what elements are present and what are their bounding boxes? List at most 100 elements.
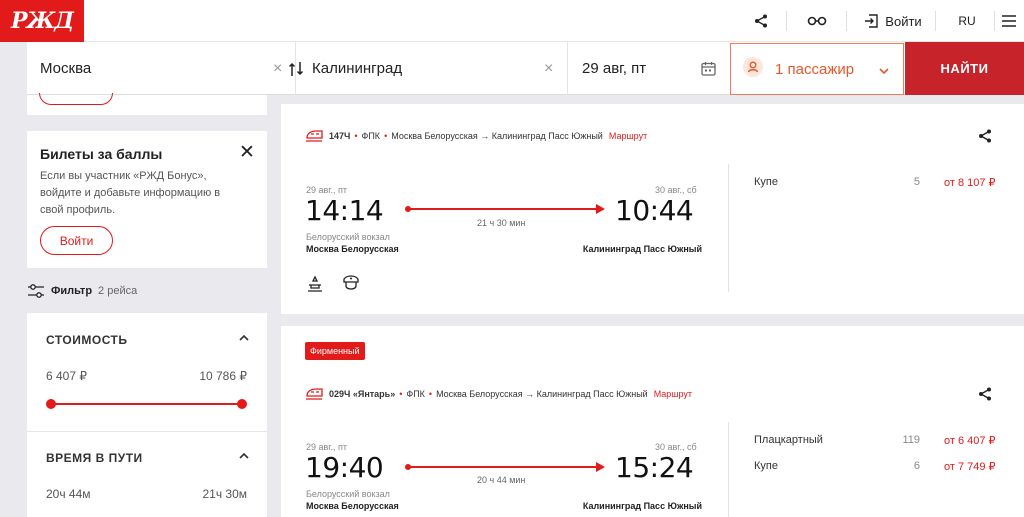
find-button[interactable]: НАЙТИ	[905, 42, 1024, 95]
arrival-time: 10:44	[615, 194, 694, 227]
calendar-icon	[701, 62, 716, 76]
departure-time: 14:14	[305, 194, 384, 227]
header-divider	[994, 11, 995, 31]
glasses-icon	[807, 16, 827, 26]
language-label: RU	[958, 14, 976, 28]
chevron-up-icon[interactable]	[239, 451, 249, 462]
branded-train-badge: Фирменный	[305, 342, 365, 360]
filter-count: 2 рейса	[98, 285, 138, 297]
departure-station: Москва Белорусская	[306, 501, 399, 511]
train-carrier: ФПК	[406, 389, 425, 399]
train-route: Москва Белорусская → Калининград Пасс Юж…	[391, 131, 603, 141]
train-meta: 029Ч «Янтарь» • ФПК • Москва Белорусская…	[305, 386, 692, 402]
menu-button[interactable]	[1002, 0, 1024, 42]
class-price[interactable]: от 8 107 ₽	[944, 176, 996, 189]
top-header: РЖД Войти RU	[0, 0, 1024, 42]
car-class[interactable]: Плацкартный	[754, 434, 823, 446]
close-icon[interactable]: ✕	[239, 141, 255, 164]
to-value: Калининград	[312, 60, 403, 77]
login-label: Войти	[885, 13, 922, 29]
rzd-logo[interactable]: РЖД	[0, 0, 84, 42]
train-number: 147Ч	[329, 131, 351, 141]
train-carrier: ФПК	[361, 131, 381, 141]
login-icon	[865, 14, 878, 28]
filters-card: СТОИМОСТЬ 6 407 ₽ 10 786 ₽ ВРЕМЯ В ПУТИ …	[27, 313, 267, 517]
arrival-station: Калининград Пасс Южный	[582, 501, 702, 511]
menu-icon	[1002, 15, 1016, 27]
separator-dot: •	[384, 131, 388, 141]
arrival-station: Калининград Пасс Южный	[582, 244, 702, 254]
date-value: 29 авг, пт	[582, 60, 647, 77]
class-price[interactable]: от 7 749 ₽	[944, 460, 996, 473]
header-divider	[786, 11, 787, 31]
route-line	[408, 208, 598, 210]
arrow-right-icon	[596, 204, 605, 214]
logo-text: РЖД	[11, 8, 74, 34]
train-card[interactable]: 147Ч • ФПК • Москва Белорусская → Калини…	[281, 104, 1024, 314]
card-divider	[728, 164, 729, 292]
filter-icon	[28, 284, 44, 298]
clear-from-icon[interactable]: ×	[273, 60, 282, 78]
duration-min: 20ч 44м	[46, 487, 91, 501]
train-icon	[306, 388, 323, 400]
departure-terminal: Белорусский вокзал	[306, 232, 390, 242]
seats-available: 6	[913, 460, 920, 472]
train-card[interactable]: Фирменный 029Ч «Янтарь» • ФПК • Москва Б…	[281, 326, 1024, 517]
class-price[interactable]: от 6 407 ₽	[944, 434, 996, 447]
travel-duration: 21 ч 30 мин	[477, 218, 526, 228]
price-filter-title[interactable]: СТОИМОСТЬ	[46, 333, 128, 347]
field-divider	[567, 42, 568, 95]
chevron-up-icon[interactable]	[239, 333, 249, 344]
calendar-button[interactable]	[701, 61, 716, 81]
from-field[interactable]: Москва	[40, 42, 270, 95]
route-line	[408, 466, 598, 468]
share-button[interactable]	[746, 0, 776, 42]
route-link[interactable]: Маршрут	[654, 389, 692, 399]
price-max: 10 786 ₽	[199, 369, 247, 383]
price-slider-max-handle[interactable]	[237, 399, 247, 409]
travel-duration: 20 ч 44 мин	[477, 475, 526, 485]
share-icon	[979, 387, 991, 401]
car-class[interactable]: Купе	[754, 176, 778, 188]
login-button[interactable]: Войти	[860, 0, 926, 42]
bonus-title: Билеты за баллы	[40, 146, 163, 162]
share-train-button[interactable]	[978, 387, 992, 406]
passengers-value: 1 пассажир	[775, 60, 855, 78]
amenity-conductor-icon	[342, 274, 360, 299]
share-train-button[interactable]	[978, 129, 992, 148]
departure-terminal: Белорусский вокзал	[306, 489, 390, 499]
car-class[interactable]: Купе	[754, 460, 778, 472]
bonus-card: Билеты за баллы Если вы участник «РЖД Бо…	[27, 131, 267, 268]
bonus-login-button[interactable]: Войти	[40, 226, 113, 255]
accessibility-button[interactable]	[800, 0, 834, 42]
duration-filter-title[interactable]: ВРЕМЯ В ПУТИ	[46, 451, 143, 465]
bonus-text: Если вы участник «РЖД Бонус», войдите и …	[40, 170, 221, 216]
language-switch[interactable]: RU	[950, 0, 984, 42]
share-icon	[979, 129, 991, 143]
price-min: 6 407 ₽	[46, 369, 87, 383]
train-route: Москва Белорусская → Калининград Пасс Юж…	[436, 389, 648, 399]
arrow-right-icon	[596, 462, 605, 472]
card-divider	[728, 422, 729, 517]
route-link[interactable]: Маршрут	[609, 131, 647, 141]
arrival-time: 15:24	[615, 451, 694, 484]
price-slider-min-handle[interactable]	[46, 399, 56, 409]
section-divider	[27, 431, 267, 432]
person-icon	[743, 57, 763, 81]
clear-to-icon[interactable]: ×	[544, 60, 553, 78]
partial-button[interactable]	[39, 93, 113, 105]
sidebar-top-card	[27, 93, 267, 115]
to-field[interactable]: Калининград	[312, 42, 542, 95]
train-meta: 147Ч • ФПК • Москва Белорусская → Калини…	[305, 128, 647, 144]
separator-dot: •	[428, 389, 433, 399]
filter-label: Фильтр	[51, 285, 93, 297]
passengers-select[interactable]: 1 пассажир	[730, 43, 904, 95]
train-icon	[306, 130, 323, 142]
duration-max: 21ч 30м	[202, 487, 247, 501]
swap-button[interactable]	[288, 60, 304, 83]
separator-dot: •	[354, 131, 358, 141]
filter-toggle[interactable]: Фильтр 2 рейса	[27, 281, 267, 301]
departure-station: Москва Белорусская	[306, 244, 399, 254]
separator-dot: •	[399, 389, 403, 399]
amenity-restaurant-icon	[306, 275, 324, 298]
